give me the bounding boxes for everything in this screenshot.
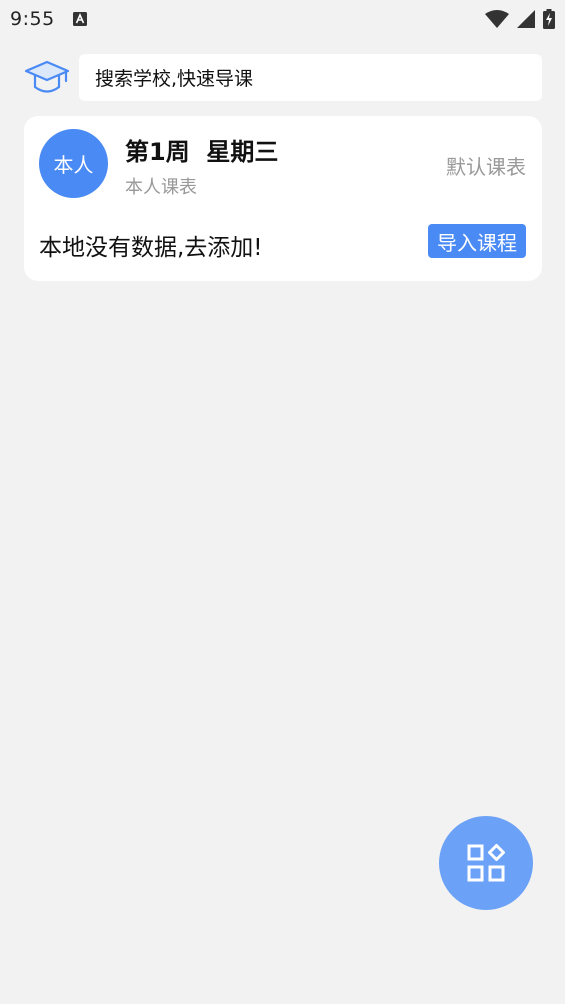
avatar-label: 本人 [53,153,94,177]
week-title: 第1周 星期三 [125,138,279,166]
apps-fab-button[interactable] [439,816,533,910]
search-row: 搜索学校,快速导课 [24,53,542,101]
notification-a-icon [72,12,87,26]
signal-icon [517,10,535,28]
schedule-card: 本人 第1周 星期三 本人课表 默认课表 本地没有数据,去添加! 导入课程 [24,116,542,281]
status-left: 9:55 [10,8,87,30]
graduation-cap-icon[interactable] [24,56,70,98]
import-courses-button[interactable]: 导入课程 [428,224,526,258]
schedule-subtitle: 本人课表 [125,177,197,198]
default-schedule-link[interactable]: 默认课表 [446,151,526,180]
search-placeholder: 搜索学校,快速导课 [95,67,254,90]
search-input[interactable]: 搜索学校,快速导课 [79,53,542,101]
wifi-icon [485,10,509,28]
empty-message[interactable]: 本地没有数据,去添加! [39,228,263,262]
status-time: 9:55 [10,8,55,30]
battery-charging-icon [543,9,555,29]
avatar[interactable]: 本人 [39,129,108,198]
apps-grid-icon [467,844,505,882]
status-bar: 9:55 [0,0,565,38]
status-right [485,9,555,29]
